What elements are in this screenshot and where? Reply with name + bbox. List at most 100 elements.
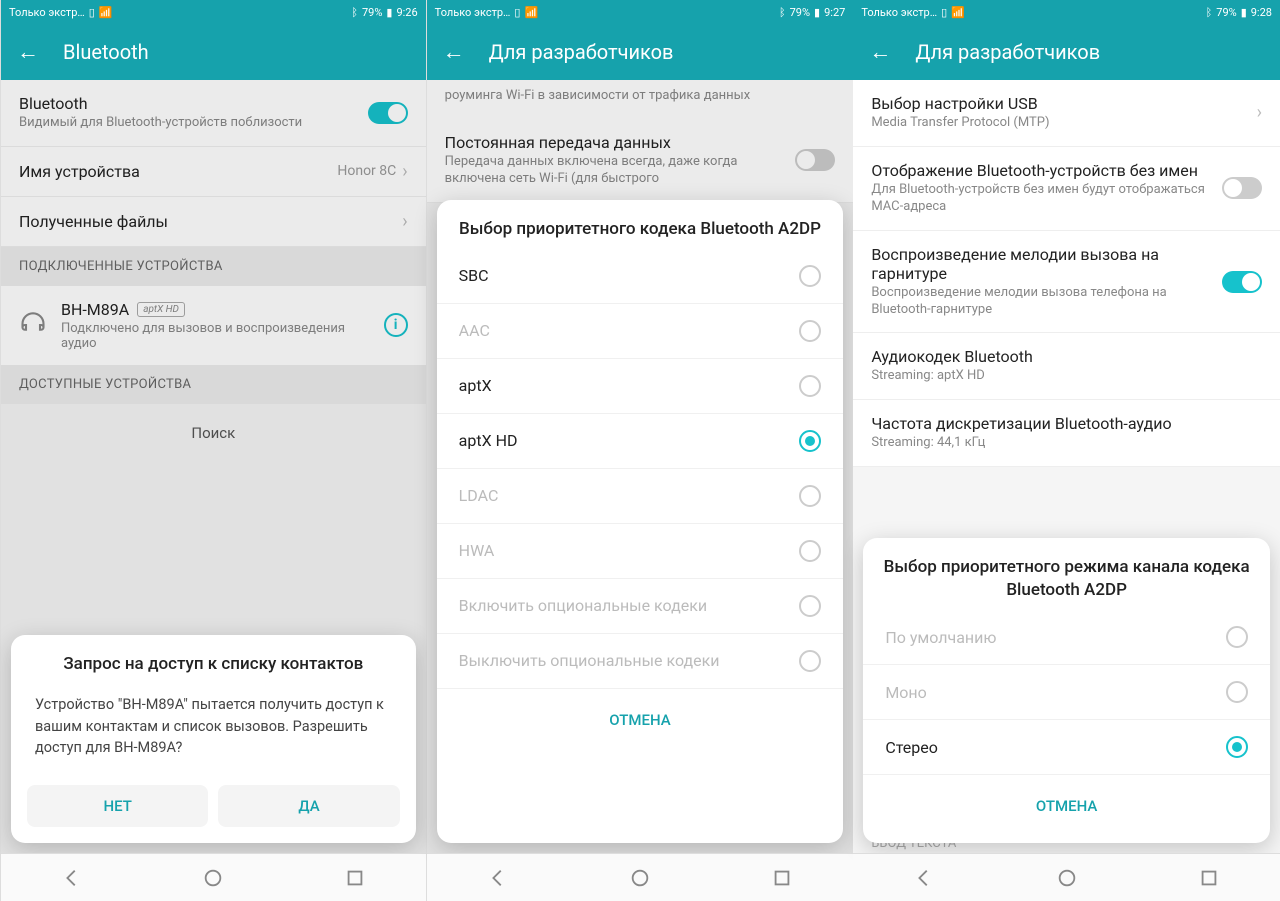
radio-icon bbox=[799, 540, 821, 562]
nav-bar bbox=[853, 853, 1280, 901]
bt-title: Bluetooth bbox=[19, 94, 368, 113]
phone-screen-1: Только экстр… ▯ 📶 ᛒ 79% ▮ 9:26 ← Bluetoo… bbox=[0, 0, 427, 901]
nav-recent-icon[interactable] bbox=[1198, 867, 1220, 889]
codec-option-ldac[interactable]: LDAC bbox=[437, 469, 844, 524]
nav-back-icon[interactable] bbox=[487, 867, 509, 889]
device-name-label: Имя устройства bbox=[19, 162, 337, 181]
codec-select-dialog: Выбор приоритетного кодека Bluetooth A2D… bbox=[437, 200, 844, 843]
radio-icon bbox=[799, 375, 821, 397]
back-icon[interactable]: ← bbox=[869, 39, 891, 65]
radio-icon bbox=[1226, 626, 1248, 648]
device-name-value: Honor 8C bbox=[337, 163, 396, 179]
codec-options-list: SBC AAC aptX aptX HD LDAC HWA Включить о… bbox=[437, 249, 844, 689]
phone-screen-3: Только экстр… ▯ 📶 ᛒ 79% ▮ 9:28 ← Для раз… bbox=[853, 0, 1280, 901]
dialog-body: Устройство "BH-M89A" пытается получить д… bbox=[11, 684, 416, 775]
row-sub: Воспроизведение мелодии вызова телефона … bbox=[871, 285, 1222, 319]
mobile-data-toggle[interactable] bbox=[795, 149, 835, 171]
time-label: 9:26 bbox=[396, 6, 417, 19]
radio-icon bbox=[799, 595, 821, 617]
back-icon[interactable]: ← bbox=[443, 39, 465, 65]
carrier-label: Только экстр… bbox=[435, 6, 511, 19]
channel-option-stereo[interactable]: Стерео bbox=[863, 720, 1270, 775]
codec-option-disable-optional[interactable]: Выключить опциональные кодеки bbox=[437, 634, 844, 689]
nav-recent-icon[interactable] bbox=[771, 867, 793, 889]
sim-icon: ▯ bbox=[89, 6, 95, 19]
bluetooth-toggle[interactable] bbox=[368, 102, 408, 124]
row-sub: Для Bluetooth-устройств без имен будут о… bbox=[871, 182, 1222, 216]
connected-device-row[interactable]: BH-M89A aptX HD Подключено для вызовов и… bbox=[1, 286, 426, 365]
carrier-label: Только экстр… bbox=[9, 6, 85, 19]
codec-option-hwa[interactable]: HWA bbox=[437, 524, 844, 579]
row-sub: роуминга Wi-Fi в зависимости от трафика … bbox=[445, 88, 836, 105]
nav-back-icon[interactable] bbox=[913, 867, 935, 889]
status-bar: Только экстр… ▯ 📶 ᛒ 79% ▮ 9:27 bbox=[427, 0, 854, 24]
codec-option-aptx[interactable]: aptX bbox=[437, 359, 844, 414]
row-sub: Media Transfer Protocol (MTP) bbox=[871, 115, 1256, 132]
usb-config-row[interactable]: Выбор настройки USB Media Transfer Proto… bbox=[853, 80, 1280, 147]
row-title: Отображение Bluetooth-устройств без имен bbox=[871, 161, 1222, 180]
app-bar: ← Bluetooth bbox=[1, 24, 426, 80]
radio-icon bbox=[1226, 681, 1248, 703]
status-bar: Только экстр… ▯ 📶 ᛒ 79% ▮ 9:28 bbox=[853, 0, 1280, 24]
nav-bar bbox=[1, 853, 426, 901]
bluetooth-icon: ᛒ bbox=[351, 6, 358, 19]
codec-option-aac[interactable]: AAC bbox=[437, 304, 844, 359]
channel-option-default[interactable]: По умолчанию bbox=[863, 610, 1270, 665]
device-name-row[interactable]: Имя устройства Honor 8C › bbox=[1, 147, 426, 197]
contacts-access-dialog: Запрос на доступ к списку контактов Устр… bbox=[11, 635, 416, 843]
search-label: Поиск bbox=[1, 404, 426, 462]
codec-option-sbc[interactable]: SBC bbox=[437, 249, 844, 304]
wifi-roaming-row[interactable]: роуминга Wi-Fi в зависимости от трафика … bbox=[427, 80, 854, 119]
bt-codec-row[interactable]: Аудиокодек Bluetooth Streaming: aptX HD bbox=[853, 333, 1280, 400]
sim-icon: ▯ bbox=[514, 6, 520, 19]
bluetooth-icon: ᛒ bbox=[779, 6, 786, 19]
phone-screen-2: Только экстр… ▯ 📶 ᛒ 79% ▮ 9:27 ← Для раз… bbox=[427, 0, 854, 901]
radio-selected-icon bbox=[799, 430, 821, 452]
codec-option-aptxhd[interactable]: aptX HD bbox=[437, 414, 844, 469]
time-label: 9:27 bbox=[824, 6, 845, 19]
bt-samplerate-row[interactable]: Частота дискретизации Bluetooth-аудио St… bbox=[853, 400, 1280, 467]
dialog-no-button[interactable]: НЕТ bbox=[27, 785, 208, 827]
dialog-title: Запрос на доступ к списку контактов bbox=[11, 635, 416, 684]
mobile-data-always-row[interactable]: Постоянная передача данных Передача данн… bbox=[427, 119, 854, 203]
chevron-right-icon: › bbox=[402, 211, 407, 232]
dialog-cancel-button[interactable]: ОТМЕНА bbox=[453, 699, 828, 741]
battery-label: 79% bbox=[362, 6, 382, 19]
nav-recent-icon[interactable] bbox=[344, 867, 366, 889]
ringtone-headset-row[interactable]: Воспроизведение мелодии вызова на гарнит… bbox=[853, 231, 1280, 334]
bt-noname-row[interactable]: Отображение Bluetooth-устройств без имен… bbox=[853, 147, 1280, 231]
dialog-yes-button[interactable]: ДА bbox=[218, 785, 399, 827]
radio-icon bbox=[799, 265, 821, 287]
channel-option-mono[interactable]: Моно bbox=[863, 665, 1270, 720]
radio-icon bbox=[799, 485, 821, 507]
nav-home-icon[interactable] bbox=[1056, 867, 1078, 889]
signal-icon: 📶 bbox=[524, 6, 538, 19]
codec-option-enable-optional[interactable]: Включить опциональные кодеки bbox=[437, 579, 844, 634]
info-icon[interactable]: i bbox=[384, 313, 408, 337]
bluetooth-toggle-row[interactable]: Bluetooth Видимый для Bluetooth-устройст… bbox=[1, 80, 426, 147]
appbar-title: Bluetooth bbox=[63, 40, 149, 64]
battery-label: 79% bbox=[1216, 6, 1236, 19]
device-status: Подключено для вызовов и воспроизведения… bbox=[61, 321, 370, 351]
nav-home-icon[interactable] bbox=[629, 867, 651, 889]
received-files-label: Полученные файлы bbox=[19, 212, 402, 231]
carrier-label: Только экстр… bbox=[861, 6, 937, 19]
nav-home-icon[interactable] bbox=[202, 867, 224, 889]
nav-back-icon[interactable] bbox=[61, 867, 83, 889]
bluetooth-icon: ᛒ bbox=[1206, 6, 1213, 19]
back-icon[interactable]: ← bbox=[17, 39, 39, 65]
nav-bar bbox=[427, 853, 854, 901]
device-name: BH-M89A bbox=[61, 300, 129, 319]
dialog-cancel-button[interactable]: ОТМЕНА bbox=[879, 785, 1254, 827]
section-available: ДОСТУПНЫЕ УСТРОЙСТВА bbox=[1, 365, 426, 404]
bt-noname-toggle[interactable] bbox=[1222, 177, 1262, 199]
received-files-row[interactable]: Полученные файлы › bbox=[1, 197, 426, 247]
channel-options-list: По умолчанию Моно Стерео bbox=[863, 610, 1270, 775]
signal-icon: 📶 bbox=[951, 6, 965, 19]
row-title: Выбор настройки USB bbox=[871, 94, 1256, 113]
app-bar: ← Для разработчиков bbox=[427, 24, 854, 80]
ringtone-toggle[interactable] bbox=[1222, 271, 1262, 293]
battery-icon: ▮ bbox=[814, 6, 820, 19]
row-sub: Streaming: aptX HD bbox=[871, 368, 1262, 385]
dialog-title: Выбор приоритетного режима канала кодека… bbox=[863, 538, 1270, 610]
